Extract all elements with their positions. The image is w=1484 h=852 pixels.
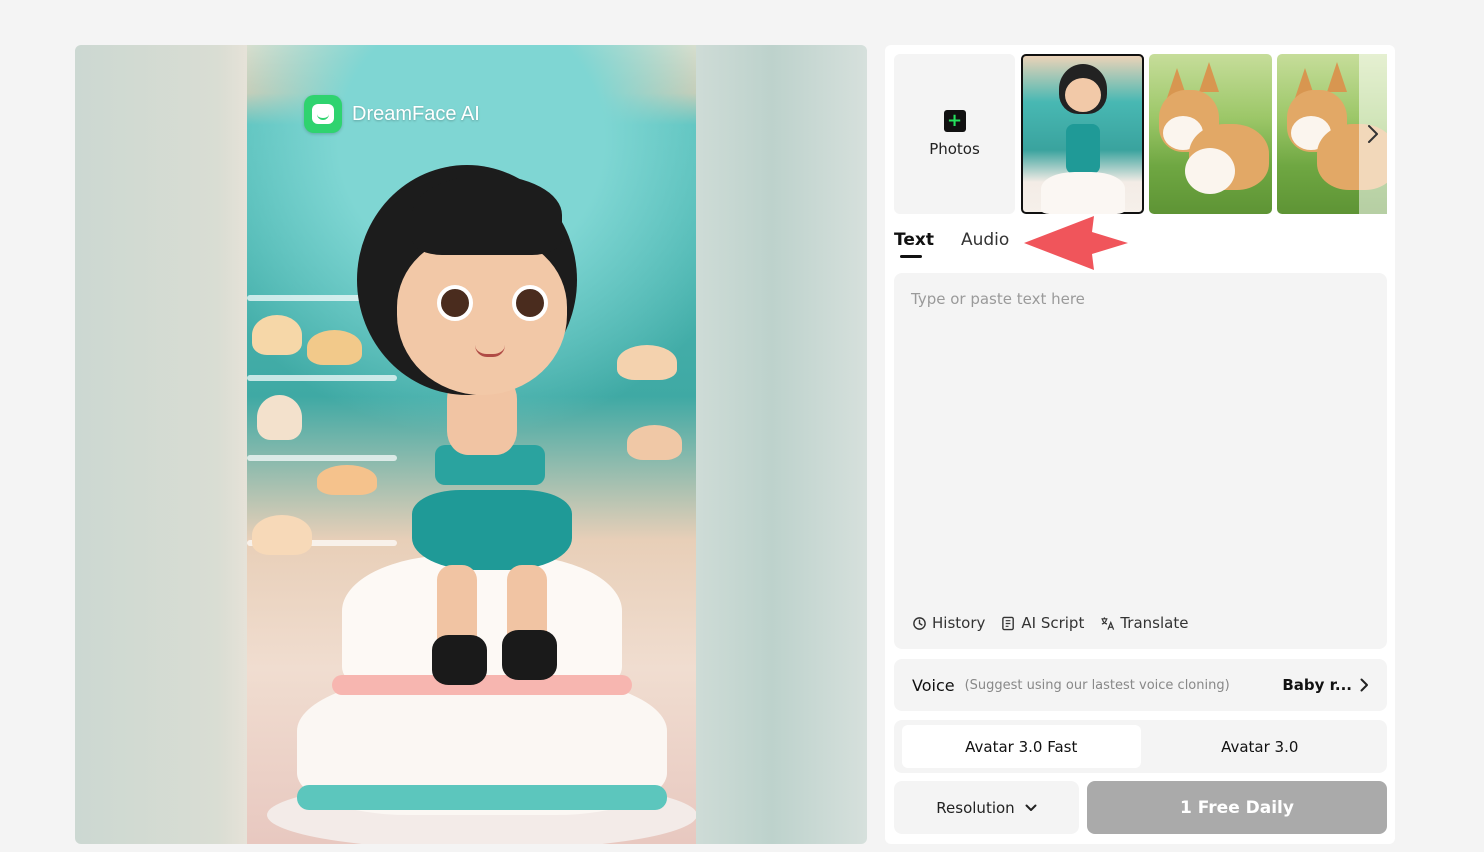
translate-label: Translate <box>1120 614 1189 632</box>
input-mode-tabs: Text Audio <box>894 230 1009 258</box>
pastry <box>317 465 377 495</box>
voice-selector[interactable]: Voice (Suggest using our lastest voice c… <box>894 659 1387 711</box>
pastry <box>252 515 312 555</box>
resolution-label: Resolution <box>936 798 1015 817</box>
pastry <box>257 395 302 440</box>
ai-script-button[interactable]: AI Script <box>1001 614 1084 632</box>
shelf <box>247 375 397 381</box>
plus-icon: + <box>943 110 966 132</box>
history-button[interactable]: History <box>912 614 985 632</box>
figure-eye <box>512 285 548 321</box>
photo-thumbnail-avatar-girl[interactable] <box>1021 54 1144 214</box>
history-icon <box>913 616 926 630</box>
generate-button[interactable]: 1 Free Daily <box>1087 781 1387 834</box>
pastry <box>307 330 362 365</box>
preview-image: DreamFace AI <box>247 45 696 844</box>
dog-ear <box>1327 62 1347 92</box>
voice-hint: (Suggest using our lastest voice cloning… <box>964 677 1230 693</box>
script-text-input[interactable] <box>894 273 1387 603</box>
photo-thumbnail-corgi[interactable] <box>1149 54 1272 214</box>
cake <box>1041 172 1125 214</box>
annotation-arrow-icon <box>1024 216 1128 270</box>
pastry <box>617 345 677 380</box>
watermark-text: DreamFace AI <box>352 102 480 125</box>
dreamface-logo-icon <box>304 95 342 133</box>
figure-body <box>1066 124 1100 174</box>
model-option-avatar-3[interactable]: Avatar 3.0 <box>1141 725 1380 768</box>
dog-ear <box>1199 62 1219 92</box>
figure-face <box>1065 78 1101 112</box>
figure-eye <box>437 285 473 321</box>
chevron-down-icon <box>1025 804 1037 811</box>
figure-shoe <box>502 630 557 680</box>
resolution-dropdown[interactable]: Resolution <box>894 781 1079 834</box>
cake-frosting <box>297 785 667 810</box>
figure-shoe <box>432 635 487 685</box>
next-photos-button[interactable] <box>1359 54 1387 214</box>
ai-script-icon <box>1002 616 1015 630</box>
dog-chest <box>1185 148 1235 194</box>
chevron-right-icon <box>1368 125 1378 143</box>
voice-label: Voice <box>912 675 955 695</box>
model-option-avatar-3-fast[interactable]: Avatar 3.0 Fast <box>902 725 1141 768</box>
figure-skirt <box>412 490 572 570</box>
add-photo-button[interactable]: + Photos <box>894 54 1015 214</box>
translate-icon <box>1101 616 1115 630</box>
ai-script-label: AI Script <box>1021 614 1085 632</box>
history-label: History <box>932 614 986 632</box>
tab-text[interactable]: Text <box>894 230 934 258</box>
script-tools: History AI Script Translate <box>912 614 1188 632</box>
chevron-right-icon <box>1360 678 1368 692</box>
shelf <box>247 455 397 461</box>
video-preview: DreamFace AI <box>75 45 867 844</box>
figure-bangs <box>412 175 562 255</box>
tab-audio[interactable]: Audio <box>961 230 1009 258</box>
model-selector: Avatar 3.0 Fast Avatar 3.0 <box>894 720 1387 773</box>
pastry <box>252 315 302 355</box>
settings-panel: + Photos Text Audio Type or paste text h… <box>885 45 1395 844</box>
add-photo-label: Photos <box>929 140 980 158</box>
watermark: DreamFace AI <box>304 95 480 133</box>
voice-value: Baby r... <box>1282 676 1352 694</box>
photo-strip: + Photos <box>894 54 1387 214</box>
pastry <box>627 425 682 460</box>
translate-button[interactable]: Translate <box>1100 614 1188 632</box>
script-box: History AI Script Translate <box>894 273 1387 649</box>
